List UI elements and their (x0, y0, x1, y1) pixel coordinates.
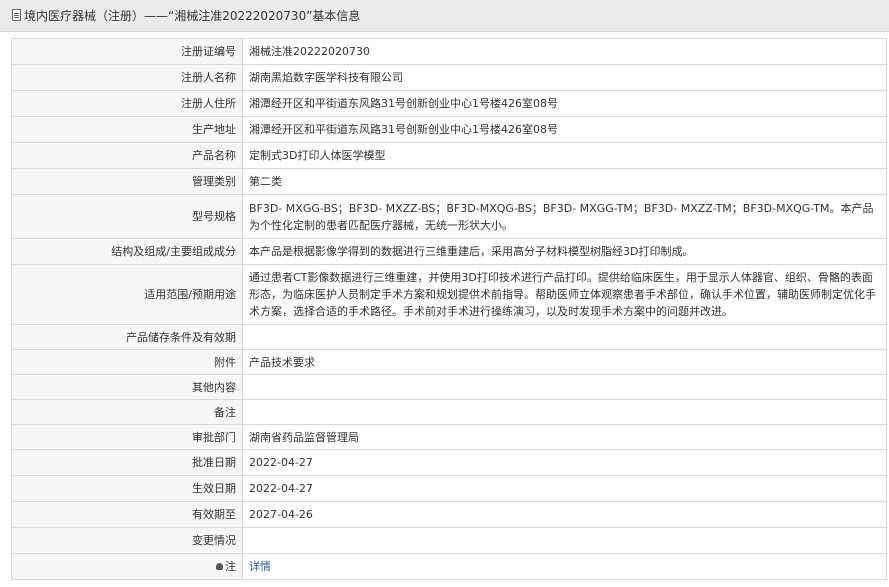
field-value: 产品技术要求 (242, 349, 887, 375)
field-label: 适用范围/预期用途 (11, 264, 243, 325)
field-value: 湘潭经开区和平街道东风路31号创新创业中心1号楼426室08号 (242, 90, 887, 117)
field-label: 型号规格 (11, 194, 243, 239)
field-label: 生产地址 (11, 116, 243, 143)
table-row: 结构及组成/主要组成成分 本产品是根据影像学得到的数据进行三维重建后，采用高分子材… (11, 238, 887, 265)
table-row: 备注 (11, 399, 887, 425)
notice-icon (216, 562, 223, 570)
field-label: 备注 (11, 399, 243, 425)
table-row: 注册证编号 湘械注准20222020730 (11, 38, 887, 65)
field-value (242, 399, 887, 425)
field-label: 管理类别 (11, 168, 243, 195)
details-link[interactable]: 详情 (249, 560, 271, 573)
field-value: 2022-04-27 (242, 449, 887, 476)
field-label: 生效日期 (11, 475, 243, 502)
table-row: 其他内容 (11, 374, 887, 400)
field-label: 产品名称 (11, 142, 243, 169)
table-row: 型号规格 BF3D- MXGG-BS；BF3D- MXZZ-BS；BF3D-MXQ… (11, 194, 887, 239)
field-value: 通过患者CT影像数据进行三维重建，并使用3D打印技术进行产品打印。提供给临床医生… (242, 264, 887, 325)
table-row: 批准日期 2022-04-27 (11, 449, 887, 476)
table-row: 生效日期 2022-04-27 (11, 475, 887, 502)
field-label: 结构及组成/主要组成成分 (11, 238, 243, 265)
field-label: 批准日期 (11, 449, 243, 476)
field-value: 定制式3D打印人体医学模型 (242, 142, 887, 169)
field-value: 湖南省药品监督管理局 (242, 424, 887, 450)
field-value: 2022-04-27 (242, 475, 887, 502)
field-value: 2027-04-26 (242, 501, 887, 528)
field-value (242, 527, 887, 554)
table-row: 生产地址 湘潭经开区和平街道东风路31号创新创业中心1号楼426室08号 (11, 116, 887, 143)
document-icon (12, 9, 21, 21)
note-value-cell: 详情 (242, 553, 887, 580)
field-label: 产品储存条件及有效期 (11, 324, 243, 350)
table-row: 附件 产品技术要求 (11, 349, 887, 375)
field-label: 有效期至 (11, 501, 243, 528)
field-value: 湘械注准20222020730 (242, 38, 887, 65)
field-value (242, 374, 887, 400)
field-label: 附件 (11, 349, 243, 375)
table-row: 注册人名称 湖南黑焰数字医学科技有限公司 (11, 64, 887, 91)
table-row: 审批部门 湖南省药品监督管理局 (11, 424, 887, 450)
table-row: 管理类别 第二类 (11, 168, 887, 195)
field-value: 湘潭经开区和平街道东风路31号创新创业中心1号楼426室08号 (242, 116, 887, 143)
field-value: 本产品是根据影像学得到的数据进行三维重建后，采用高分子材料模型树脂经3D打印制成… (242, 238, 887, 265)
table-row: 产品名称 定制式3D打印人体医学模型 (11, 142, 887, 169)
page-title: 境内医疗器械（注册）——“湘械注准20222020730”基本信息 (24, 9, 361, 23)
field-label: 其他内容 (11, 374, 243, 400)
table-row: 适用范围/预期用途 通过患者CT影像数据进行三维重建，并使用3D打印技术进行产品打… (11, 264, 887, 325)
table-row: 注册人住所 湘潭经开区和平街道东风路31号创新创业中心1号楼426室08号 (11, 90, 887, 117)
note-label: 注 (225, 560, 236, 573)
field-label: 注册人住所 (11, 90, 243, 117)
info-table-body: 注册证编号 湘械注准20222020730 注册人名称 湖南黑焰数字医学科技有限公司注… (11, 38, 887, 580)
field-label: 变更情况 (11, 527, 243, 554)
info-table: 注册证编号 湘械注准20222020730 注册人名称 湖南黑焰数字医学科技有限公司注… (11, 38, 887, 580)
field-value: 湖南黑焰数字医学科技有限公司 (242, 64, 887, 91)
field-value: BF3D- MXGG-BS；BF3D- MXZZ-BS；BF3D-MXQG-BS… (242, 194, 887, 239)
table-row: 有效期至 2027-04-26 (11, 501, 887, 528)
field-label: 注册人名称 (11, 64, 243, 91)
note-row: 注详情 (11, 553, 887, 580)
field-label: 注册证编号 (11, 38, 243, 65)
field-value: 第二类 (242, 168, 887, 195)
table-row: 产品储存条件及有效期 (11, 324, 887, 350)
page-header: 境内医疗器械（注册）——“湘械注准20222020730”基本信息 (0, 0, 889, 32)
note-label-cell: 注 (11, 553, 243, 580)
field-label: 审批部门 (11, 424, 243, 450)
table-row: 变更情况 (11, 527, 887, 554)
field-value (242, 324, 887, 350)
